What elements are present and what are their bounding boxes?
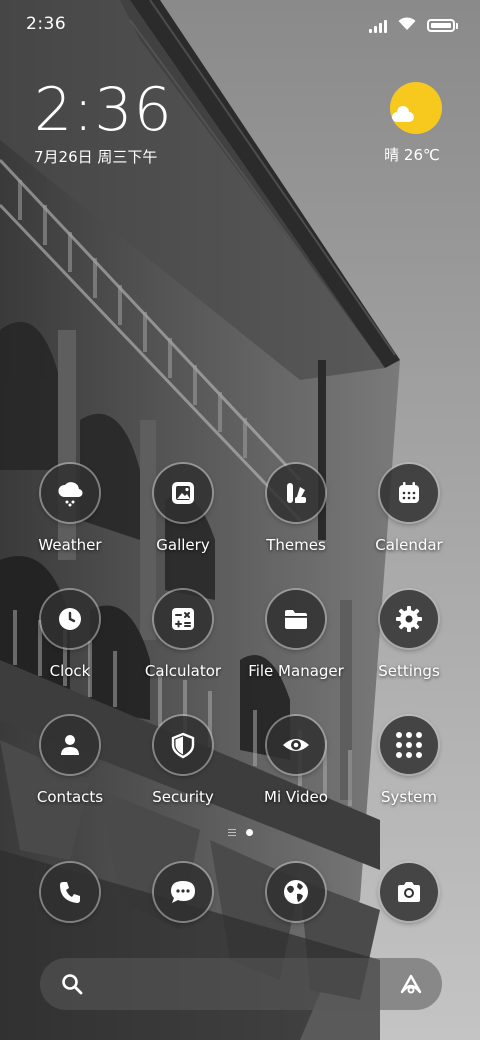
message-icon <box>154 863 212 921</box>
app-label: Calculator <box>144 662 222 680</box>
wifi-icon <box>397 16 417 35</box>
camera-icon <box>380 863 438 921</box>
page-indicator[interactable] <box>0 829 480 836</box>
gear-icon <box>380 590 438 648</box>
app-folder-system[interactable]: System <box>354 716 464 806</box>
widget-time: 2:36 <box>34 75 173 145</box>
app-label: File Manager <box>248 662 344 680</box>
sun-cloud-icon <box>390 82 442 134</box>
calculator-icon <box>154 590 212 648</box>
dock-browser[interactable] <box>241 863 351 921</box>
app-label: Clock <box>49 662 91 680</box>
search-icon[interactable] <box>60 972 84 1000</box>
app-clock[interactable]: Clock <box>15 590 125 680</box>
app-security[interactable]: Security <box>128 716 238 806</box>
app-file-manager[interactable]: File Manager <box>241 590 351 680</box>
eye-icon <box>267 716 325 774</box>
phone-icon <box>41 863 99 921</box>
app-settings[interactable]: Settings <box>354 590 464 680</box>
status-icons <box>369 16 458 35</box>
clock-widget[interactable]: 2:36 7月26日 周三下午 <box>34 78 173 167</box>
status-time: 2:36 <box>26 14 67 34</box>
app-themes[interactable]: Themes <box>241 464 351 554</box>
app-label: Security <box>152 788 214 806</box>
app-mi-video[interactable]: Mi Video <box>241 716 351 806</box>
app-label: Calendar <box>375 536 443 554</box>
app-label: Contacts <box>36 788 104 806</box>
dock-camera[interactable] <box>354 863 464 921</box>
status-bar: 2:36 <box>0 0 480 50</box>
shield-icon <box>154 716 212 774</box>
app-calendar[interactable]: Calendar <box>354 464 464 554</box>
app-gallery[interactable]: Gallery <box>128 464 238 554</box>
signal-icon <box>369 19 387 33</box>
folder-icon <box>267 590 325 648</box>
search-bar[interactable] <box>40 958 442 1010</box>
weather-text: 晴 26℃ <box>384 146 440 164</box>
app-contacts[interactable]: Contacts <box>15 716 125 806</box>
app-label: Gallery <box>156 536 210 554</box>
assistant-icon[interactable] <box>398 972 424 1000</box>
themes-icon <box>267 464 325 522</box>
gallery-icon <box>154 464 212 522</box>
app-weather[interactable]: Weather <box>15 464 125 554</box>
widget-date: 7月26日 周三下午 <box>34 148 158 166</box>
browser-icon <box>267 863 325 921</box>
dock-phone[interactable] <box>15 863 125 921</box>
battery-icon <box>427 19 458 32</box>
contacts-icon <box>41 716 99 774</box>
app-label: Settings <box>378 662 440 680</box>
app-label: System <box>381 788 437 806</box>
weather-icon <box>41 464 99 522</box>
app-label: Weather <box>38 536 102 554</box>
page-menu-icon <box>227 829 236 836</box>
app-folder-icon <box>380 716 438 774</box>
app-label: Themes <box>266 536 326 554</box>
clock-icon <box>41 590 99 648</box>
calendar-icon <box>380 464 438 522</box>
dock-messages[interactable] <box>128 863 238 921</box>
app-calculator[interactable]: Calculator <box>128 590 238 680</box>
app-label: Mi Video <box>264 788 328 806</box>
weather-widget[interactable]: 晴 26℃ <box>384 82 446 165</box>
page-dot-current <box>245 829 253 836</box>
